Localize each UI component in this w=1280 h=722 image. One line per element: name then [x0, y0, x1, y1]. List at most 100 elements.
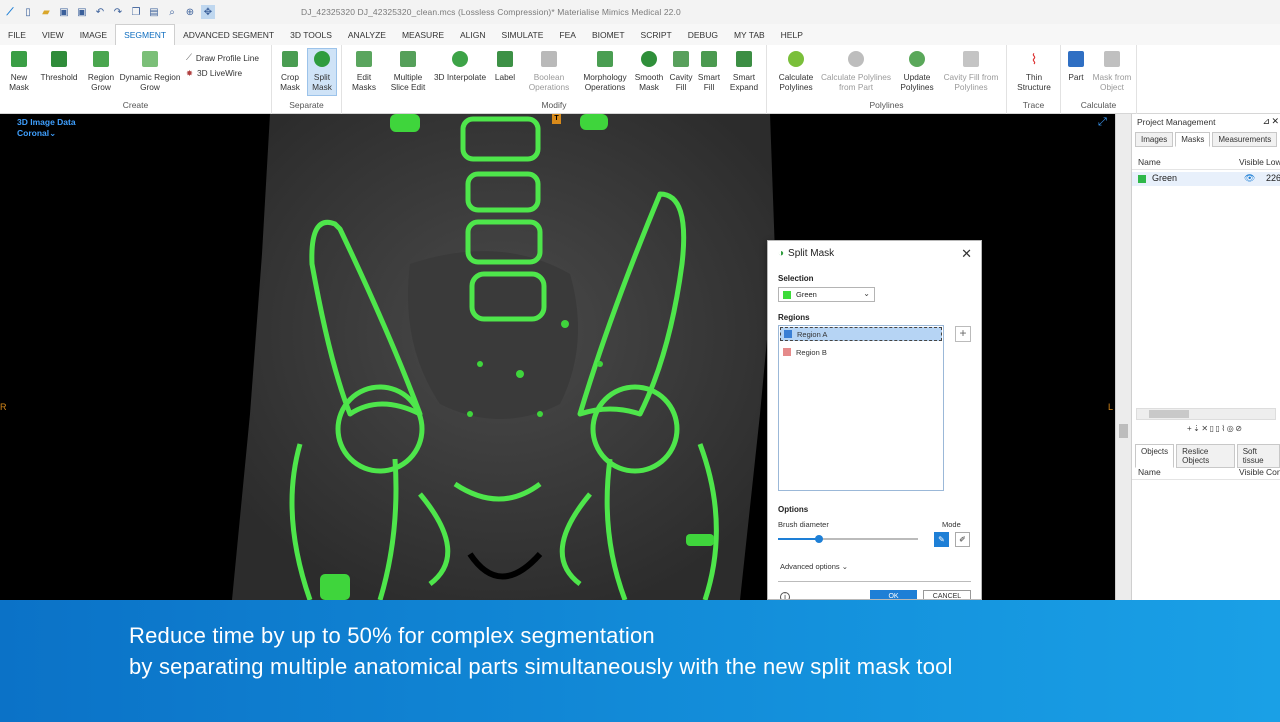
undo-icon[interactable]: ↶	[93, 5, 107, 19]
morphology-operations-button[interactable]: Morphology Operations	[580, 49, 630, 92]
pan-icon[interactable]: ✥	[201, 5, 215, 19]
tab-advanced-segment[interactable]: ADVANCED SEGMENT	[175, 24, 282, 45]
tab-view[interactable]: VIEW	[34, 24, 72, 45]
open-folder-icon[interactable]: ▰	[39, 5, 53, 19]
group-create: New Mask Threshold Region Grow Dynamic R…	[0, 45, 272, 114]
paste-icon[interactable]: ▤	[147, 5, 161, 19]
split-mask-button[interactable]: Split Mask	[307, 48, 337, 96]
save-icon[interactable]: ▣	[57, 5, 71, 19]
draw-profile-line-button[interactable]: ⟋ Draw Profile Line	[186, 52, 259, 63]
col-name[interactable]: Name	[1138, 467, 1161, 477]
crop-mask-button[interactable]: Crop Mask	[276, 49, 304, 92]
redo-icon[interactable]: ↷	[111, 5, 125, 19]
smooth-mask-icon	[638, 49, 660, 69]
tab-masks[interactable]: Masks	[1175, 132, 1211, 147]
region-row-b[interactable]: Region B	[780, 345, 942, 359]
tab-my-tab[interactable]: MY TAB	[726, 24, 773, 45]
slider-handle[interactable]	[814, 535, 823, 543]
col-visible[interactable]: Visible	[1239, 157, 1264, 167]
edit-masks-icon	[353, 49, 375, 69]
tab-image[interactable]: IMAGE	[72, 24, 115, 45]
ok-button[interactable]: OK	[870, 590, 917, 599]
split-mask-icon: ◑	[778, 248, 785, 259]
region-a-swatch	[784, 330, 792, 338]
erase-mode-button[interactable]: ✐	[955, 532, 970, 547]
save-all-icon[interactable]: ▣	[75, 5, 89, 19]
orientation-left-marker: R	[0, 402, 7, 412]
tab-3d-tools[interactable]: 3D TOOLS	[282, 24, 340, 45]
edit-masks-button[interactable]: Edit Masks	[348, 49, 380, 92]
pin-icon[interactable]: ⊿	[1262, 116, 1270, 127]
tab-file[interactable]: FILE	[0, 24, 34, 45]
col-name[interactable]: Name	[1138, 157, 1161, 167]
tab-images[interactable]: Images	[1135, 132, 1174, 147]
group-polylines: Calculate Polylines Calculate Polylines …	[767, 45, 1007, 114]
tab-help[interactable]: HELP	[773, 24, 811, 45]
label-button[interactable]: Label	[492, 49, 518, 82]
new-file-icon[interactable]: ▯	[21, 5, 35, 19]
cavity-fill-polylines-button[interactable]: Cavity Fill from Polylines	[939, 49, 1003, 92]
mask-from-object-button[interactable]: Mask from Object	[1089, 49, 1135, 92]
col-contour[interactable]: Contour	[1266, 467, 1280, 477]
tab-fea[interactable]: FEA	[551, 24, 584, 45]
cavity-fill-polylines-icon	[960, 49, 982, 69]
table-row[interactable]: Green 👁 226	[1132, 172, 1280, 186]
regions-list[interactable]: Region A Region B	[778, 325, 944, 491]
update-polylines-button[interactable]: Update Polylines	[897, 49, 937, 92]
tab-biomet[interactable]: BIOMET	[584, 24, 633, 45]
cavity-fill-icon	[670, 49, 692, 69]
multiple-slice-edit-button[interactable]: Multiple Slice Edit	[386, 49, 430, 92]
region-grow-button[interactable]: Region Grow	[85, 49, 117, 92]
tab-simulate[interactable]: SIMULATE	[494, 24, 552, 45]
quick-access-toolbar: ⟋ ▯ ▰ ▣ ▣ ↶ ↷ ❐ ▤ ⌕ ⊕ ✥	[0, 5, 215, 19]
tab-measurements[interactable]: Measurements	[1212, 132, 1278, 147]
horizontal-scrollbar[interactable]	[1136, 408, 1276, 420]
smart-expand-button[interactable]: Smart Expand	[728, 49, 760, 92]
smooth-mask-button[interactable]: Smooth Mask	[634, 49, 664, 92]
group-modify: Edit Masks Multiple Slice Edit 3D Interp…	[342, 45, 767, 114]
view-orientation-dropdown[interactable]: Coronal⌄	[17, 128, 56, 139]
selection-dropdown[interactable]: Green ⌄	[778, 287, 875, 302]
dynamic-region-grow-button[interactable]: Dynamic Region Grow	[118, 49, 182, 92]
calculate-polylines-from-part-button[interactable]: Calculate Polylines from Part	[819, 49, 893, 92]
eye-icon[interactable]: 👁	[1244, 173, 1255, 184]
advanced-options-toggle[interactable]: Advanced options ⌄	[780, 562, 848, 571]
scrollbar-thumb[interactable]	[1149, 410, 1189, 418]
part-button[interactable]: Part	[1065, 49, 1087, 82]
col-low[interactable]: Low	[1266, 157, 1280, 167]
tab-align[interactable]: ALIGN	[452, 24, 494, 45]
eraser-icon: ✐	[959, 535, 966, 544]
thin-structure-icon: ⌇	[1030, 51, 1038, 67]
mask-tools-row[interactable]: +⇣✕▯▯⌇◎⊘	[1187, 424, 1243, 433]
scrollbar-thumb[interactable]	[1119, 424, 1128, 438]
interpolate-button[interactable]: 3D Interpolate	[432, 49, 488, 82]
smart-fill-button[interactable]: Smart Fill	[696, 49, 722, 92]
cavity-fill-button[interactable]: Cavity Fill	[668, 49, 694, 92]
tab-segment[interactable]: SEGMENT	[115, 24, 176, 45]
thin-structure-button[interactable]: ⌇ Thin Structure	[1013, 49, 1055, 92]
brush-diameter-slider[interactable]	[778, 535, 918, 543]
add-region-button[interactable]: +	[955, 326, 971, 342]
paint-mode-button[interactable]: ✎	[934, 532, 949, 547]
tab-analyze[interactable]: ANALYZE	[340, 24, 394, 45]
tab-script[interactable]: SCRIPT	[633, 24, 680, 45]
tab-measure[interactable]: MEASURE	[394, 24, 452, 45]
zoom-in-icon[interactable]: ⊕	[183, 5, 197, 19]
calculate-polylines-button[interactable]: Calculate Polylines	[775, 49, 817, 92]
boolean-operations-button[interactable]: Boolean Operations	[528, 49, 570, 92]
maximize-view-icon[interactable]: ⤢	[1098, 116, 1107, 129]
close-icon[interactable]: ✕	[961, 246, 972, 262]
col-visible[interactable]: Visible	[1239, 467, 1264, 477]
copy-icon[interactable]: ❐	[129, 5, 143, 19]
viewport-scrollbar[interactable]	[1115, 114, 1131, 600]
close-icon[interactable]: ✕	[1271, 116, 1279, 127]
region-row-a[interactable]: Region A	[780, 327, 942, 341]
mask-from-object-icon	[1101, 49, 1123, 69]
info-icon[interactable]: i	[780, 592, 790, 599]
cancel-button[interactable]: CANCEL	[923, 590, 971, 599]
tab-debug[interactable]: DEBUG	[680, 24, 726, 45]
threshold-button[interactable]: Threshold	[38, 49, 80, 82]
zoom-icon[interactable]: ⌕	[165, 5, 179, 19]
livewire-button[interactable]: ✸ 3D LiveWire	[186, 68, 242, 78]
new-mask-button[interactable]: New Mask	[6, 49, 32, 92]
